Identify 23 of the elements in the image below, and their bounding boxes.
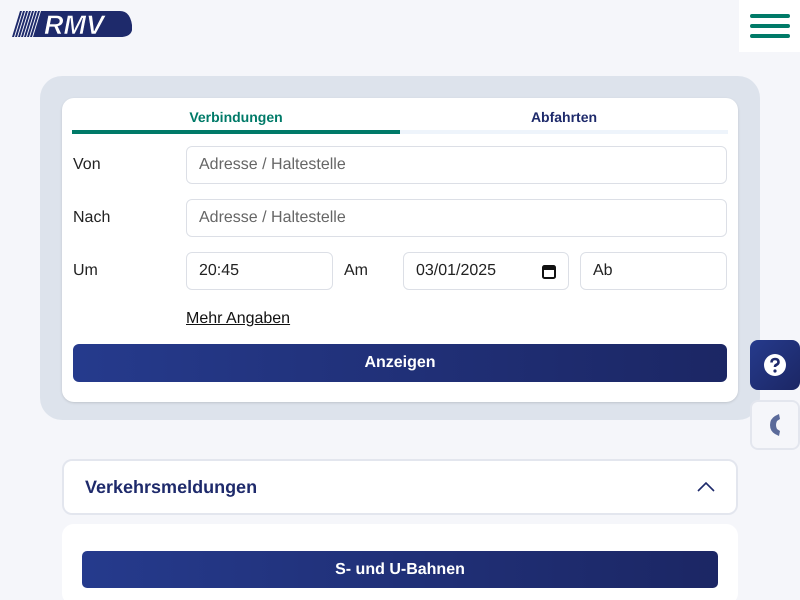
menu-button[interactable] bbox=[739, 0, 800, 52]
field-label: Von bbox=[73, 155, 102, 175]
chevron-icon bbox=[697, 482, 715, 492]
phone-button[interactable] bbox=[750, 400, 800, 450]
field-label: Am bbox=[343, 261, 369, 281]
more-options-link[interactable]: Mehr Angaben bbox=[186, 310, 290, 327]
tab[interactable]: Verbindungen bbox=[72, 100, 400, 134]
input-field[interactable]: Adresse / Haltestelle bbox=[186, 146, 727, 184]
help-button[interactable] bbox=[750, 340, 800, 390]
input-field[interactable]: Adresse / Haltestelle bbox=[186, 199, 727, 237]
date-field[interactable]: 03/01/2025 bbox=[403, 252, 569, 290]
field-label: Um bbox=[73, 261, 99, 281]
submit-button[interactable]: Anzeigen bbox=[73, 344, 727, 382]
menu-icon bbox=[750, 13, 790, 39]
phone-icon bbox=[769, 413, 781, 437]
accordion-header[interactable]: Verkehrsmeldungen bbox=[62, 459, 738, 515]
category-button[interactable]: S- und U-Bahnen bbox=[82, 551, 718, 588]
mode-field[interactable]: Ab bbox=[580, 252, 727, 290]
field-label: Nach bbox=[73, 208, 112, 228]
tab[interactable]: Abfahrten bbox=[400, 100, 728, 134]
calendar-icon[interactable] bbox=[542, 264, 556, 278]
time-field[interactable]: 20:45 bbox=[186, 252, 333, 290]
help-icon bbox=[763, 353, 787, 377]
